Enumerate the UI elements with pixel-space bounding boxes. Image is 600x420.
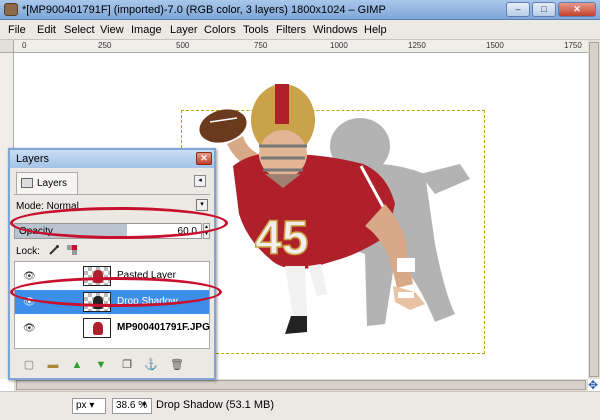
opacity-highlight-oval <box>10 207 228 239</box>
horizontal-ruler[interactable]: 0 250 500 750 1000 1250 1500 1750 <box>14 40 588 53</box>
layers-icon <box>21 178 33 188</box>
close-button[interactable]: ✕ <box>558 2 596 17</box>
ruler-label: 250 <box>98 41 112 50</box>
ruler-label: 0 <box>22 41 27 50</box>
anchor-icon[interactable]: ⚓ <box>144 358 158 372</box>
layers-dialog-titlebar[interactable]: Layers ✕ <box>10 150 214 168</box>
ruler-label: 1750 <box>564 41 582 50</box>
status-layer-info: Drop Shadow (53.1 MB) <box>156 399 274 411</box>
lock-pixels-icon[interactable] <box>48 244 60 256</box>
menu-layer[interactable]: Layer <box>170 24 198 36</box>
menu-select[interactable]: Select <box>64 24 95 36</box>
layers-button-bar: ▢ ▬ ▲ ▼ ❐ ⚓ 🗑 <box>14 355 210 375</box>
lock-label: Lock: <box>16 246 40 257</box>
title-bar: *[MP900401791F] (imported)-7.0 (RGB colo… <box>0 0 600 20</box>
new-group-icon[interactable]: ▬ <box>46 358 60 372</box>
lower-layer-icon[interactable]: ▼ <box>94 358 108 372</box>
menu-bar: File Edit Select View Image Layer Colors… <box>0 20 600 40</box>
new-layer-icon[interactable]: ▢ <box>22 358 36 372</box>
window-controls: – □ ✕ <box>506 2 596 17</box>
ruler-label: 1500 <box>486 41 504 50</box>
layer-thumbnail <box>83 318 111 338</box>
chevron-down-icon[interactable]: ▾ <box>142 399 147 410</box>
window-title: *[MP900401791F] (imported)-7.0 (RGB colo… <box>22 4 386 16</box>
vertical-scrollbar[interactable] <box>588 40 600 379</box>
menu-windows[interactable]: Windows <box>313 24 358 36</box>
horizontal-scrollbar[interactable] <box>14 379 588 391</box>
layers-dialog: Layers ✕ Layers ◂ Mode: Normal ▾ Opacity… <box>8 148 216 380</box>
layers-dialog-close-button[interactable]: ✕ <box>196 152 212 165</box>
layer-row-background[interactable]: 👁 MP900401791F.JPG <box>15 316 210 340</box>
menu-edit[interactable]: Edit <box>37 24 56 36</box>
scroll-thumb[interactable] <box>589 42 599 377</box>
drop-shadow-highlight-oval <box>10 277 222 307</box>
lock-alpha-icon[interactable] <box>66 244 78 256</box>
gimp-icon <box>4 3 18 16</box>
menu-colors[interactable]: Colors <box>204 24 236 36</box>
eye-icon[interactable]: 👁 <box>23 323 36 334</box>
ruler-label: 750 <box>254 41 268 50</box>
ruler-label: 1000 <box>330 41 348 50</box>
ruler-corner[interactable] <box>0 40 14 53</box>
ruler-label: 1250 <box>408 41 426 50</box>
mode-dropdown[interactable]: ▾ <box>196 199 208 211</box>
unit-select[interactable]: px ▾ <box>72 398 106 414</box>
menu-image[interactable]: Image <box>131 24 162 36</box>
menu-help[interactable]: Help <box>364 24 387 36</box>
eye-icon[interactable]: 👁 <box>23 271 36 282</box>
unit-value: px <box>76 400 87 411</box>
menu-tools[interactable]: Tools <box>243 24 269 36</box>
tab-layers[interactable]: Layers <box>16 172 78 194</box>
menu-view[interactable]: View <box>100 24 124 36</box>
jersey-number: 45 <box>255 212 308 265</box>
duplicate-layer-icon[interactable]: ❐ <box>120 358 134 372</box>
tab-menu-button[interactable]: ◂ <box>194 175 206 187</box>
scroll-thumb[interactable] <box>16 380 586 390</box>
menu-filters[interactable]: Filters <box>276 24 306 36</box>
status-bar: px ▾ 38.6 % ▾ Drop Shadow (53.1 MB) <box>0 391 600 420</box>
ruler-label: 500 <box>176 41 190 50</box>
layers-dialog-title: Layers <box>16 153 50 165</box>
navigate-icon[interactable]: ✥ <box>586 379 600 391</box>
layer-name: MP900401791F.JPG <box>117 322 210 333</box>
minimize-button[interactable]: – <box>506 2 530 17</box>
maximize-button[interactable]: □ <box>532 2 556 17</box>
menu-file[interactable]: File <box>8 24 26 36</box>
tab-label: Layers <box>37 178 68 189</box>
delete-layer-icon[interactable]: 🗑 <box>170 358 184 372</box>
raise-layer-icon[interactable]: ▲ <box>70 358 84 372</box>
